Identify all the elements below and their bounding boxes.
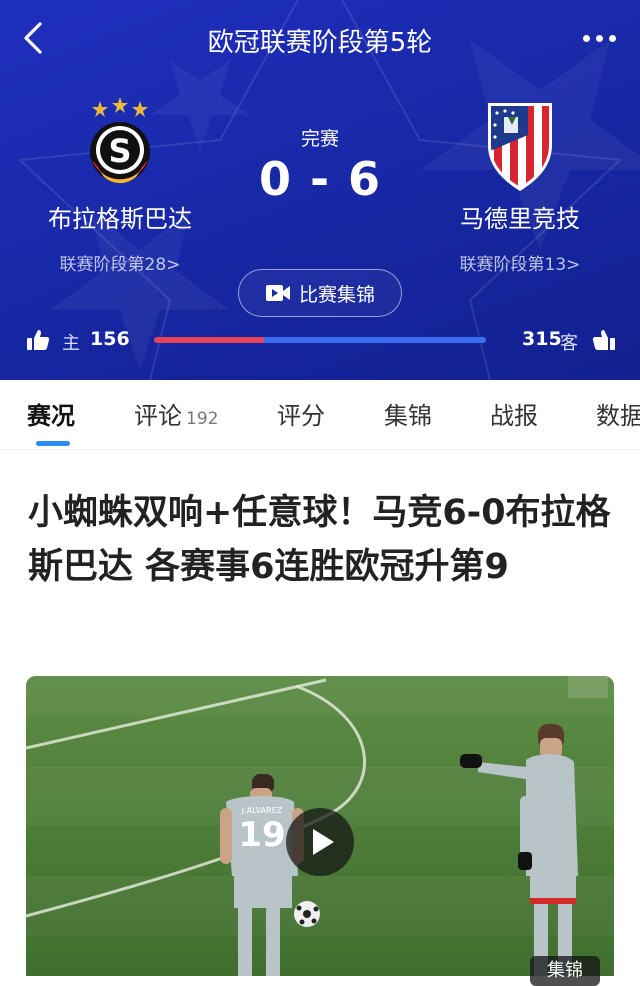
tab-highlights[interactable]: 集锦 xyxy=(384,396,432,431)
score-separator: - xyxy=(309,152,331,206)
video-camera-icon xyxy=(265,285,290,301)
comment-count: 192 xyxy=(186,409,219,429)
away-team-logo xyxy=(488,103,552,191)
highlights-label: 比赛集锦 xyxy=(298,283,375,306)
away-support-count: 315 xyxy=(522,328,562,350)
home-score: 0 xyxy=(258,152,292,206)
thumbs-up-icon[interactable] xyxy=(592,328,616,352)
away-team-rank[interactable]: 联赛阶段第13> xyxy=(405,250,635,275)
match-header: 欧冠联赛阶段第5轮 S 布拉格斯巴达 联赛阶段第28> 完赛 0-6 马德里竞技… xyxy=(0,0,640,380)
soccer-ball xyxy=(294,901,320,927)
away-team-name: 马德里竞技 xyxy=(460,205,580,233)
tab-comments[interactable]: 评论 192 xyxy=(134,396,218,431)
away-support-label: 客 xyxy=(560,333,578,354)
video-badge: 集锦 xyxy=(530,956,600,986)
tab-match-status[interactable]: 赛况 xyxy=(27,396,75,431)
page-title: 欧冠联赛阶段第5轮 xyxy=(207,28,433,58)
support-ratio-bar xyxy=(154,337,486,343)
tab-stats[interactable]: 数据 xyxy=(596,396,640,431)
thumbs-up-icon[interactable] xyxy=(26,328,50,352)
home-team-rank[interactable]: 联赛阶段第28> xyxy=(5,250,235,275)
player-name: J.ALVAREZ xyxy=(241,806,283,815)
active-tab-indicator xyxy=(36,441,70,446)
tab-ratings[interactable]: 评分 xyxy=(277,396,325,431)
tab-report[interactable]: 战报 xyxy=(490,396,538,431)
away-team[interactable]: 马德里竞技 联赛阶段第13> xyxy=(405,95,635,275)
article-headline[interactable]: 小蜘蛛双响+任意球！马竞6-0布拉格斯巴达 各赛事6连胜欧冠升第9 xyxy=(28,486,618,594)
support-bar: 主 156 315 客 xyxy=(0,325,640,357)
play-button[interactable] xyxy=(286,808,354,876)
play-icon xyxy=(313,829,334,855)
top-bar: 欧冠联赛阶段第5轮 xyxy=(0,0,640,76)
more-button[interactable] xyxy=(580,26,626,52)
away-score: 6 xyxy=(348,152,382,206)
more-icon xyxy=(583,35,590,42)
tab-bar: 赛况 评论 192 评分 集锦 战报 数据 xyxy=(0,380,640,450)
highlights-button[interactable]: 比赛集锦 xyxy=(238,269,402,317)
home-support-count: 156 xyxy=(90,328,130,350)
broadcaster-logo xyxy=(568,676,608,698)
home-support-fill xyxy=(154,337,264,343)
home-support-label: 主 xyxy=(62,333,80,354)
player-number: 19 xyxy=(238,815,285,855)
